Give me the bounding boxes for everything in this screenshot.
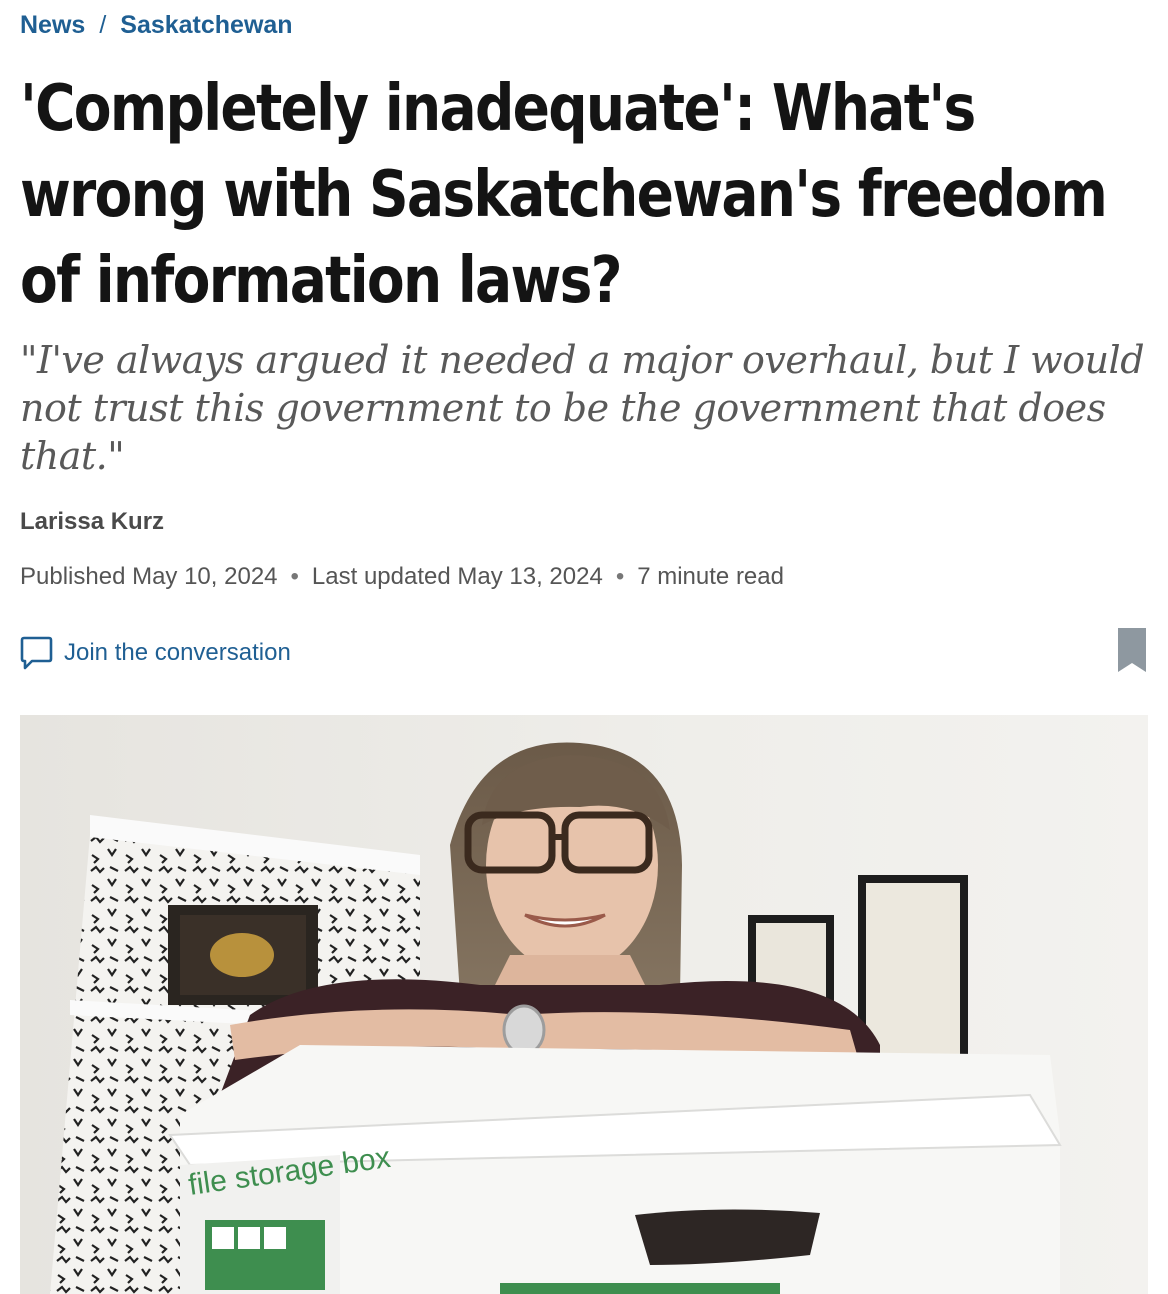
breadcrumb: News / Saskatchewan — [20, 11, 293, 40]
article-dek: "I've always argued it needed a major ov… — [20, 338, 1145, 478]
bookmark-icon[interactable] — [1116, 626, 1148, 674]
join-conversation-label: Join the conversation — [64, 639, 291, 666]
published-date: Published May 10, 2024 — [20, 563, 278, 590]
article-headline: 'Completely inadequate': What's wrong wi… — [20, 72, 1108, 318]
meta-separator: • — [290, 563, 299, 590]
article-page: News / Saskatchewan 'Completely inadequa… — [0, 0, 1168, 1294]
article-meta: Published May 10, 2024 • Last updated Ma… — [20, 563, 784, 591]
author-name[interactable]: Larissa Kurz — [20, 508, 164, 536]
breadcrumb-news-link[interactable]: News — [20, 11, 85, 40]
updated-date: Last updated May 13, 2024 — [311, 563, 603, 590]
breadcrumb-saskatchewan-link[interactable]: Saskatchewan — [120, 11, 292, 40]
breadcrumb-separator: / — [99, 11, 107, 39]
lead-photo: file storage box — [20, 715, 1148, 1294]
lead-photo-illustration: file storage box — [20, 715, 1148, 1294]
comment-bubble-icon — [20, 636, 53, 670]
read-time: 7 minute read — [637, 563, 784, 590]
meta-separator: • — [615, 563, 625, 590]
join-conversation-link[interactable]: Join the conversation — [20, 636, 291, 670]
